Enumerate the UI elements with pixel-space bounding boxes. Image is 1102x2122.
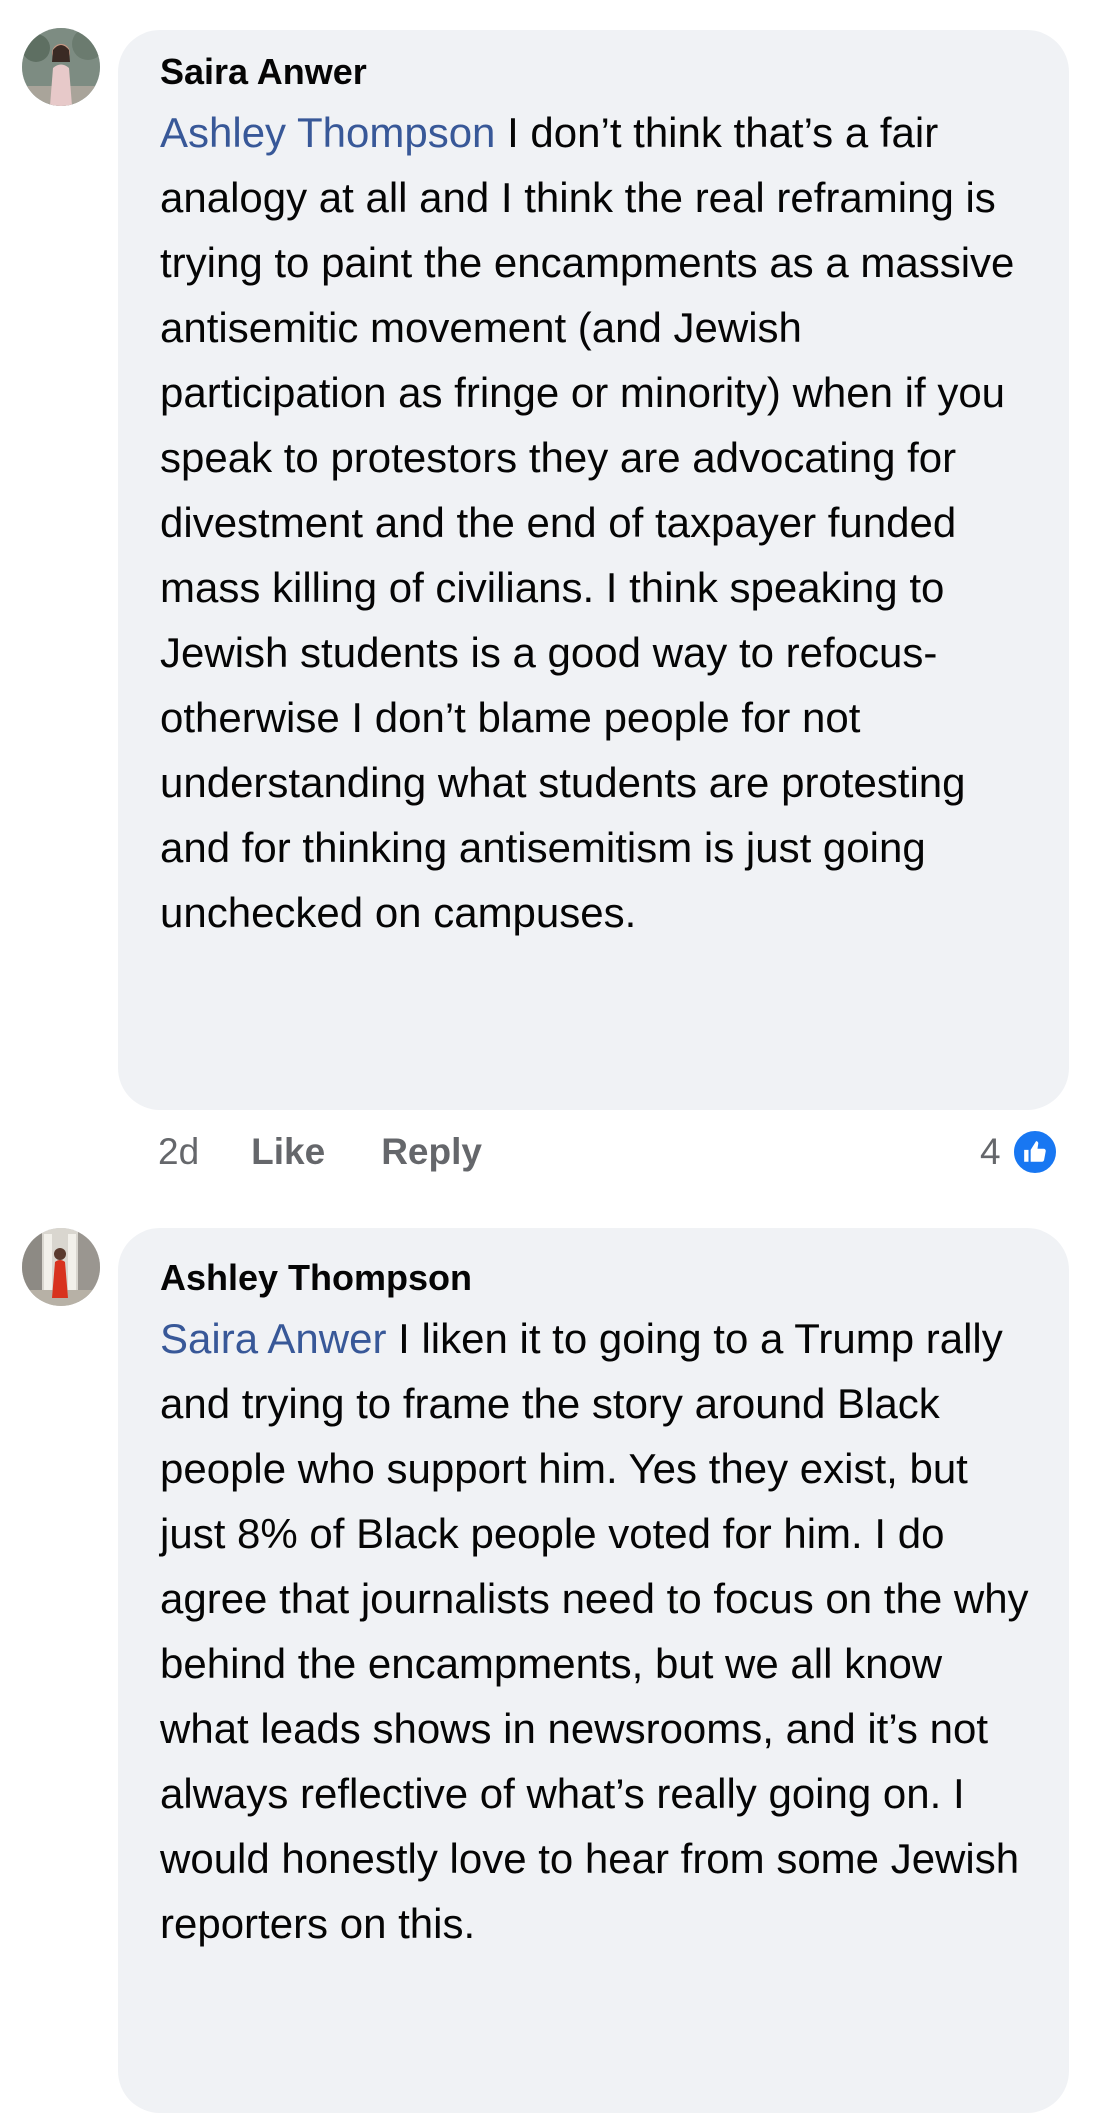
comment-bubble: Saira Anwer Ashley Thompson I don’t thin… [118,30,1069,1110]
mention-link[interactable]: Ashley Thompson [160,109,495,156]
comment-actions: 2d Like Reply [158,1124,538,1180]
comment-author[interactable]: Ashley Thompson [160,1256,1029,1300]
mention-link[interactable]: Saira Anwer [160,1315,386,1362]
comment-timestamp[interactable]: 2d [158,1131,199,1173]
avatar[interactable] [22,28,100,106]
reaction-summary[interactable]: 4 [980,1124,1059,1180]
comment-bubble: Ashley Thompson Saira Anwer I liken it t… [118,1228,1069,2113]
avatar[interactable] [22,1228,100,1306]
like-button[interactable]: Like [251,1131,325,1173]
comment-body: I don’t think that’s a fair analogy at a… [160,109,1015,936]
thumbs-up-icon [1010,1128,1059,1176]
comment-text: Ashley Thompson I don’t think that’s a f… [160,100,1029,945]
reply-button[interactable]: Reply [381,1131,482,1173]
reaction-count: 4 [980,1131,1001,1172]
comment-author[interactable]: Saira Anwer [160,50,1029,94]
comment-body: I liken it to going to a Trump rally and… [160,1315,1029,1947]
comment-text: Saira Anwer I liken it to going to a Tru… [160,1306,1029,1956]
